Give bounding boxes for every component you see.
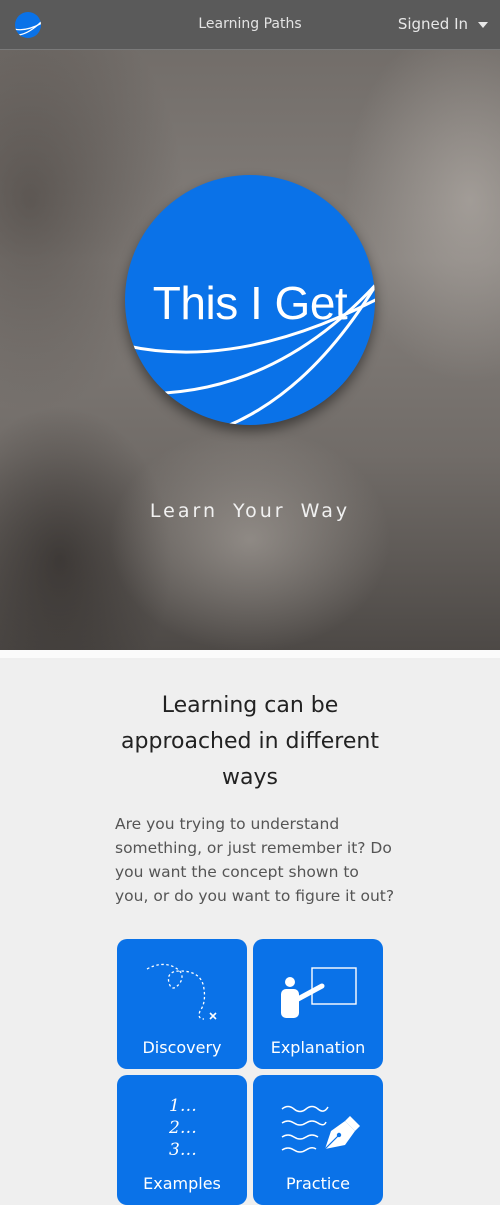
discovery-tile[interactable]: Discovery <box>117 939 247 1069</box>
list-number-1: 1… <box>169 1096 197 1116</box>
intro-heading: Learning can be approached in different … <box>121 693 379 790</box>
dotted-path-icon <box>146 963 217 1020</box>
practice-tile[interactable]: Practice <box>253 1075 383 1205</box>
list-number-2: 2… <box>169 1118 197 1138</box>
numbered-list-icon: 1… 2… 3… <box>169 1095 197 1161</box>
list-number-3: 3… <box>169 1140 197 1160</box>
presenter-board-icon <box>281 967 357 1018</box>
tile-label: Explanation <box>270 1038 366 1057</box>
chevron-down-icon <box>478 22 488 28</box>
examples-tile[interactable]: 1… 2… 3… Examples <box>117 1075 247 1205</box>
top-navigation-bar: Learning Paths Signed In <box>0 0 500 50</box>
pen-writing-icon <box>281 1105 360 1153</box>
tile-label: Examples <box>143 1174 221 1193</box>
tile-label: Practice <box>286 1174 350 1193</box>
tile-label: Discovery <box>142 1038 222 1057</box>
intro-body: Are you trying to understand something, … <box>115 815 395 905</box>
account-menu[interactable]: Signed In <box>398 15 488 33</box>
account-label: Signed In <box>397 15 468 33</box>
hero-banner: This I Get Learn Your Way <box>0 0 500 650</box>
logo-wordmark: This I Get <box>152 277 348 329</box>
nav-learning-paths-link[interactable]: Learning Paths <box>198 16 301 32</box>
explanation-tile[interactable]: Explanation <box>253 939 383 1069</box>
section-divider <box>0 650 500 658</box>
hero-tagline: Learn Your Way <box>149 500 351 522</box>
